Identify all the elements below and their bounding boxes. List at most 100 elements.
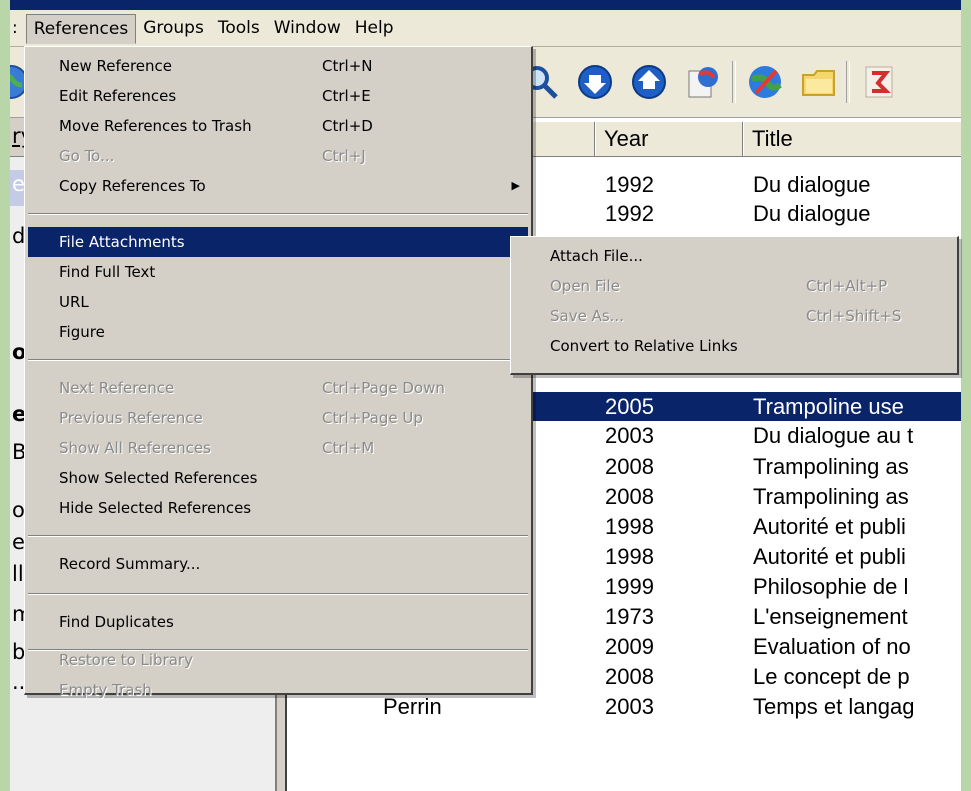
- menu-item-label: Move References to Trash: [59, 117, 252, 135]
- menu-fragment[interactable]: :: [10, 14, 26, 42]
- cell-title: Autorité et publi: [753, 514, 906, 539]
- menu-item-edit-references[interactable]: Edit References Ctrl+E: [28, 81, 528, 111]
- menu-groups[interactable]: Groups: [136, 14, 211, 42]
- menu-item-figure[interactable]: Figure▶: [28, 317, 528, 347]
- menu-item-label: Attach File...: [550, 247, 643, 265]
- group-label[interactable]: e: [12, 530, 25, 554]
- menu-item-shortcut: Ctrl+Page Down: [322, 379, 445, 397]
- cell-title: L'enseignement: [753, 604, 908, 629]
- column-header-title[interactable]: Title: [743, 122, 961, 156]
- menu-help[interactable]: Help: [348, 14, 401, 42]
- menu-item-show-selected-references[interactable]: Show Selected References: [28, 463, 528, 493]
- menu-item-label: Record Summary...: [59, 555, 201, 573]
- cell-year: 1992: [605, 172, 654, 197]
- submenu-item-open-file[interactable]: Open File Ctrl+Alt+P: [514, 271, 954, 301]
- cell-title: Evaluation of no: [753, 634, 911, 659]
- menu-separator: [28, 593, 528, 595]
- menu-item-record-summary[interactable]: Record Summary...: [28, 549, 528, 579]
- references-menu: New Reference Ctrl+N Edit References Ctrl+E…: [24, 46, 533, 699]
- cell-year: 2008: [605, 664, 654, 689]
- cell-year: 1998: [605, 514, 654, 539]
- submenu-arrow-icon: ▶: [511, 179, 520, 192]
- menu-item-label: Edit References: [59, 87, 177, 105]
- column-header-year[interactable]: Year: [595, 122, 743, 156]
- cell-year: 2008: [605, 454, 654, 479]
- menu-item-file-attachments[interactable]: File Attachments▶: [28, 227, 528, 257]
- web-globe-icon[interactable]: [746, 63, 784, 101]
- menu-item-label: Convert to Relative Links: [550, 337, 738, 355]
- menu-item-shortcut: Ctrl+J: [322, 147, 366, 165]
- cell-year: 1998: [605, 544, 654, 569]
- cell-year: 2003: [605, 694, 654, 719]
- cell-title: Trampoline use: [753, 394, 904, 419]
- menu-item-new-reference[interactable]: New Reference Ctrl+N: [28, 51, 528, 81]
- cell-title: Du dialogue: [753, 201, 871, 226]
- submenu-item-convert-to-relative-links[interactable]: Convert to Relative Links: [514, 331, 954, 361]
- folder-icon[interactable]: [800, 63, 838, 101]
- title-bar: [10, 0, 961, 10]
- toolbar-separator: [846, 61, 850, 103]
- online-search-icon[interactable]: [684, 63, 722, 101]
- menu-item-label: Show All References: [59, 439, 211, 457]
- menu-item-label: Find Duplicates: [59, 613, 174, 631]
- cell-year: 2003: [605, 423, 654, 448]
- menu-item-hide-selected-references[interactable]: Hide Selected References: [28, 493, 528, 523]
- menu-item-empty-trash[interactable]: Empty Trash: [28, 675, 528, 705]
- menu-item-label: Open File: [550, 277, 620, 295]
- pdf-icon[interactable]: [860, 63, 898, 101]
- cell-year: 1999: [605, 574, 654, 599]
- submenu-item-save-as[interactable]: Save As... Ctrl+Shift+S: [514, 301, 954, 331]
- menu-item-label: File Attachments: [59, 233, 185, 251]
- menu-separator: [28, 213, 528, 215]
- menu-separator: [28, 535, 528, 537]
- menu-item-shortcut: Ctrl+D: [322, 117, 373, 135]
- menu-item-label: Go To...: [59, 147, 115, 165]
- arrow-down-icon[interactable]: [576, 63, 614, 101]
- cell-title: Temps et langag: [753, 694, 915, 719]
- menu-item-label: Hide Selected References: [59, 499, 252, 517]
- cell-year: 2009: [605, 634, 654, 659]
- cell-title: Le concept de p: [753, 664, 910, 689]
- menu-item-label: Show Selected References: [59, 469, 258, 487]
- group-label: e: [12, 172, 25, 196]
- menu-item-find-full-text[interactable]: Find Full Text▶: [28, 257, 528, 287]
- menu-item-shortcut: Ctrl+Page Up: [322, 409, 423, 427]
- menu-item-copy-references-to[interactable]: Copy References To ▶: [28, 171, 528, 201]
- arrow-up-icon[interactable]: [630, 63, 668, 101]
- group-label[interactable]: o: [12, 498, 25, 522]
- menu-item-label: Copy References To: [59, 177, 206, 195]
- menu-item-show-all-references[interactable]: Show All References Ctrl+M: [28, 433, 528, 463]
- cell-year: 2005: [605, 394, 654, 419]
- menu-item-url[interactable]: URL▶: [28, 287, 528, 317]
- cell-year: 2008: [605, 484, 654, 509]
- menu-item-label: URL: [59, 293, 89, 311]
- menu-item-next-reference[interactable]: Next Reference Ctrl+Page Down: [28, 373, 528, 403]
- cell-title: Autorité et publi: [753, 544, 906, 569]
- menu-item-previous-reference[interactable]: Previous Reference Ctrl+Page Up: [28, 403, 528, 433]
- menu-item-label: New Reference: [59, 57, 173, 75]
- menu-item-move-to-trash[interactable]: Move References to Trash Ctrl+D: [28, 111, 528, 141]
- cell-year: 1992: [605, 201, 654, 226]
- cell-title: Du dialogue: [753, 172, 871, 197]
- menu-item-label: Next Reference: [59, 379, 175, 397]
- submenu-item-attach-file[interactable]: Attach File...: [514, 241, 954, 271]
- menu-separator: [28, 359, 528, 361]
- menu-window[interactable]: Window: [267, 14, 348, 42]
- menu-item-label: Previous Reference: [59, 409, 203, 427]
- file-attachments-submenu: Attach File... Open File Ctrl+Alt+P Save As…: [510, 236, 959, 375]
- menu-item-find-duplicates[interactable]: Find Duplicates: [28, 607, 528, 637]
- menu-item-label: Empty Trash: [59, 681, 152, 699]
- menu-item-shortcut: Ctrl+Shift+S: [806, 307, 902, 325]
- menu-item-label: Figure: [59, 323, 105, 341]
- menu-tools[interactable]: Tools: [211, 14, 267, 42]
- group-label[interactable]: ll: [12, 562, 24, 586]
- cell-title: Trampolining as: [753, 454, 909, 479]
- menu-item-go-to[interactable]: Go To... Ctrl+J: [28, 141, 528, 171]
- menu-item-restore-to-library[interactable]: Restore to Library: [28, 645, 528, 675]
- cell-title: Philosophie de l: [753, 574, 909, 599]
- menu-references[interactable]: References: [25, 14, 137, 44]
- menu-item-shortcut: Ctrl+Alt+P: [806, 277, 888, 295]
- menu-bar: : References Groups Tools Window Help: [10, 10, 961, 47]
- menu-item-label: Restore to Library: [59, 651, 193, 669]
- toolbar-separator: [732, 61, 736, 103]
